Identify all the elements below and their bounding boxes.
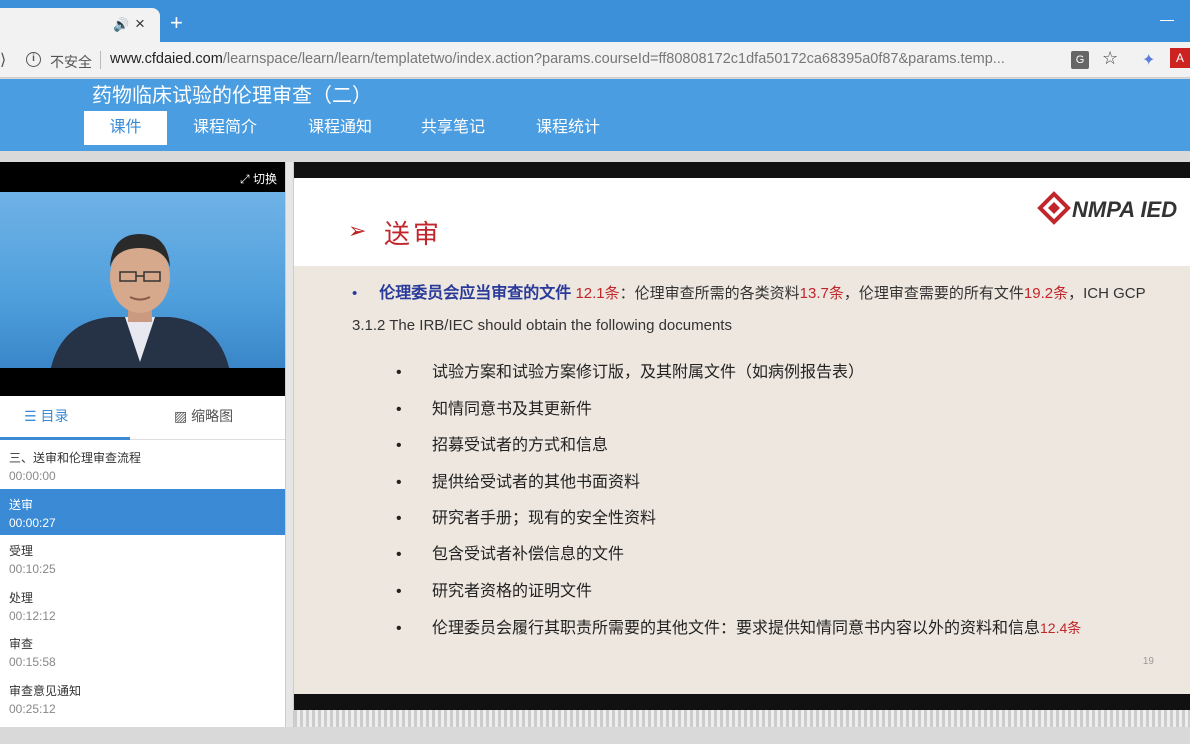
panel-tabs: ☰ 目录 ▨ 缩略图 bbox=[0, 396, 285, 440]
main-bullet: • 伦理委员会应当审查的文件 12.1条：伦理审查所需的各类资料13.7条，伦理审… bbox=[352, 278, 1172, 342]
slide-header: ➢ 送审 NMPA IED bbox=[294, 178, 1190, 266]
bottom-bar bbox=[0, 727, 1190, 744]
sub-bullet: • 提供给受试者的其他书面资料 bbox=[396, 474, 641, 491]
toc-item[interactable]: 三、送审和伦理审查流程 00:00:00 bbox=[0, 442, 285, 489]
url-path: /learnspace/learn/learn/templatetwo/inde… bbox=[222, 51, 1005, 67]
toc-item-title: 受理 bbox=[9, 544, 34, 558]
tab-course-stats[interactable]: 课程统计 bbox=[523, 111, 613, 145]
ref-last: 12.4条 bbox=[1040, 620, 1082, 636]
translate-icon[interactable]: G bbox=[1071, 51, 1089, 69]
ref-1: 12.1条 bbox=[575, 285, 620, 302]
main-bullet-lead: 伦理委员会应当审查的文件 bbox=[379, 285, 572, 302]
toc-item-time: 00:15:58 bbox=[9, 655, 56, 669]
browser-tab-bar: 🔊 × + bbox=[0, 0, 1190, 42]
close-tab-icon[interactable]: × bbox=[135, 14, 145, 34]
sub-bullet: • 伦理委员会履行其职责所需要的其他文件：要求提供知情同意书内容以外的资料和信息1… bbox=[396, 620, 1082, 637]
url-host: www.cfdaied.com bbox=[110, 51, 223, 67]
toc-item[interactable]: 处理 00:12:12 bbox=[0, 582, 285, 629]
toc-item-time: 00:25:12 bbox=[9, 701, 56, 716]
sub-bullet-text: 招募受试者的方式和信息 bbox=[432, 437, 609, 454]
sub-bullet-text: 试验方案和试验方案修订版，及其附属文件（如病例报告表） bbox=[432, 364, 865, 381]
info-icon[interactable]: i bbox=[26, 52, 41, 67]
toc-item-title: 审查意见通知 bbox=[9, 683, 82, 698]
minimize-icon[interactable] bbox=[1160, 20, 1174, 21]
tab-courseware[interactable]: 课件 bbox=[84, 111, 167, 145]
toc-item-time: 00:00:00 bbox=[9, 469, 56, 483]
sub-bullet-text: 知情同意书及其更新件 bbox=[432, 401, 593, 418]
ref-2: 13.7条 bbox=[799, 285, 844, 302]
presenter-image bbox=[51, 234, 229, 368]
video-frame bbox=[0, 192, 285, 368]
sub-bullet: • 研究者手册；现有的安全性资料 bbox=[396, 510, 657, 527]
sub-bullet: • 知情同意书及其更新件 bbox=[396, 401, 593, 418]
switch-button[interactable]: ⤢ 切换 bbox=[240, 170, 277, 187]
sub-bullet-text: 包含受试者补偿信息的文件 bbox=[432, 546, 625, 563]
slide-border bbox=[294, 694, 1190, 710]
divider bbox=[100, 51, 101, 69]
logo-text: NMPA IED bbox=[1072, 197, 1177, 222]
back-icon[interactable]: ⟩ bbox=[0, 50, 6, 70]
slide-footer-strip bbox=[294, 710, 1190, 727]
main-bullet-mid2: ，伦理审查需要的所有文件 bbox=[843, 285, 1024, 302]
toc-item[interactable]: 审查意见通知 00:25:12 bbox=[0, 675, 285, 722]
tab-toc-label: 目录 bbox=[40, 408, 69, 424]
image-icon: ▨ bbox=[174, 408, 192, 424]
expand-icon: ⤢ bbox=[240, 172, 253, 186]
slide-border bbox=[294, 162, 1190, 178]
slide: ➢ 送审 NMPA IED • 伦理委员会应当审查的文件 12.1条：伦理审查所需… bbox=[294, 178, 1190, 694]
slide-viewer: ➢ 送审 NMPA IED • 伦理委员会应当审查的文件 12.1条：伦理审查所需… bbox=[294, 162, 1190, 727]
address-bar: ⟩ i 不安全 www.cfdaied.com/learnspace/learn… bbox=[0, 42, 1190, 78]
url-field[interactable]: www.cfdaied.com/learnspace/learn/learn/t… bbox=[110, 51, 1060, 67]
sub-bullet: • 招募受试者的方式和信息 bbox=[396, 437, 609, 454]
switch-label: 切换 bbox=[252, 172, 277, 186]
toc-item-title: 送审 bbox=[9, 497, 34, 512]
browser-tab[interactable]: 🔊 × bbox=[0, 8, 160, 42]
ref-3: 19.2条 bbox=[1023, 285, 1069, 302]
slide-page-number: 19 bbox=[1142, 656, 1154, 667]
main-bullet-mid1: ：伦理审查所需的各类资料 bbox=[619, 285, 800, 302]
video-player[interactable]: ⤢ 切换 bbox=[0, 162, 285, 396]
left-panel: ⤢ 切换 ☰ 目录 ▨ 缩略图 三、送审和伦理审查流程 00:00:00 送审 00… bbox=[0, 162, 285, 727]
tab-course-notice[interactable]: 课程通知 bbox=[295, 111, 385, 145]
toc-list: 三、送审和伦理审查流程 00:00:00 送审 00:00:27 受理 00:10:2… bbox=[0, 442, 285, 721]
active-tab-indicator bbox=[0, 437, 130, 440]
extension-pdf-icon[interactable]: A bbox=[1170, 48, 1190, 68]
nmpa-logo: NMPA IED bbox=[1037, 191, 1177, 225]
toc-item-title: 处理 bbox=[9, 590, 34, 605]
sub-bullet-text: 研究者资格的证明文件 bbox=[432, 583, 593, 600]
arrow-bullet-icon: ➢ bbox=[348, 218, 367, 243]
tab-shared-notes[interactable]: 共享笔记 bbox=[408, 111, 498, 145]
toc-item-time: 00:00:27 bbox=[9, 515, 56, 530]
course-title: 药物临床试验的伦理审查（二） bbox=[92, 85, 372, 107]
toc-item[interactable]: 受理 00:10:25 bbox=[0, 535, 285, 582]
bullet-dot: • bbox=[352, 285, 358, 302]
bookmark-star-icon[interactable]: ☆ bbox=[1102, 48, 1118, 69]
toc-item-time: 00:12:12 bbox=[9, 608, 56, 623]
tab-thumbnails-label: 缩略图 bbox=[191, 408, 234, 424]
tab-course-intro[interactable]: 课程简介 bbox=[180, 111, 270, 145]
sub-bullet: • 试验方案和试验方案修订版，及其附属文件（如病例报告表） bbox=[396, 364, 865, 381]
sub-bullet-text: 伦理委员会履行其职责所需要的其他文件：要求提供知情同意书内容以外的资料和信息 bbox=[432, 620, 1041, 637]
toc-item-active[interactable]: 送审 00:00:27 bbox=[0, 488, 285, 535]
toc-item-title: 审查 bbox=[9, 637, 34, 651]
panel-resize-handle[interactable] bbox=[285, 162, 294, 727]
toc-item-time: 00:10:25 bbox=[9, 562, 56, 576]
speaker-icon[interactable]: 🔊 bbox=[113, 17, 129, 33]
sub-bullet: • 包含受试者补偿信息的文件 bbox=[396, 546, 625, 563]
extension-icon[interactable]: ✦ bbox=[1142, 50, 1155, 70]
sub-bullet: • 研究者资格的证明文件 bbox=[396, 583, 593, 600]
slide-title: 送审 bbox=[384, 220, 443, 250]
site-header: 药物临床试验的伦理审查（二） 课件 课程简介 课程通知 共享笔记 课程统计 bbox=[0, 79, 1190, 151]
new-tab-icon[interactable]: + bbox=[170, 12, 183, 34]
list-icon: ☰ bbox=[24, 408, 41, 424]
insecure-label: 不安全 bbox=[50, 54, 92, 70]
tab-toc[interactable]: ☰ 目录 bbox=[24, 396, 68, 440]
toc-item-title: 三、送审和伦理审查流程 bbox=[9, 451, 142, 465]
sub-bullet-text: 研究者手册；现有的安全性资料 bbox=[432, 510, 657, 527]
toc-item[interactable]: 审查 00:15:58 bbox=[0, 628, 285, 675]
sub-bullet-text: 提供给受试者的其他书面资料 bbox=[432, 474, 641, 491]
tab-thumbnails[interactable]: ▨ 缩略图 bbox=[174, 396, 233, 440]
